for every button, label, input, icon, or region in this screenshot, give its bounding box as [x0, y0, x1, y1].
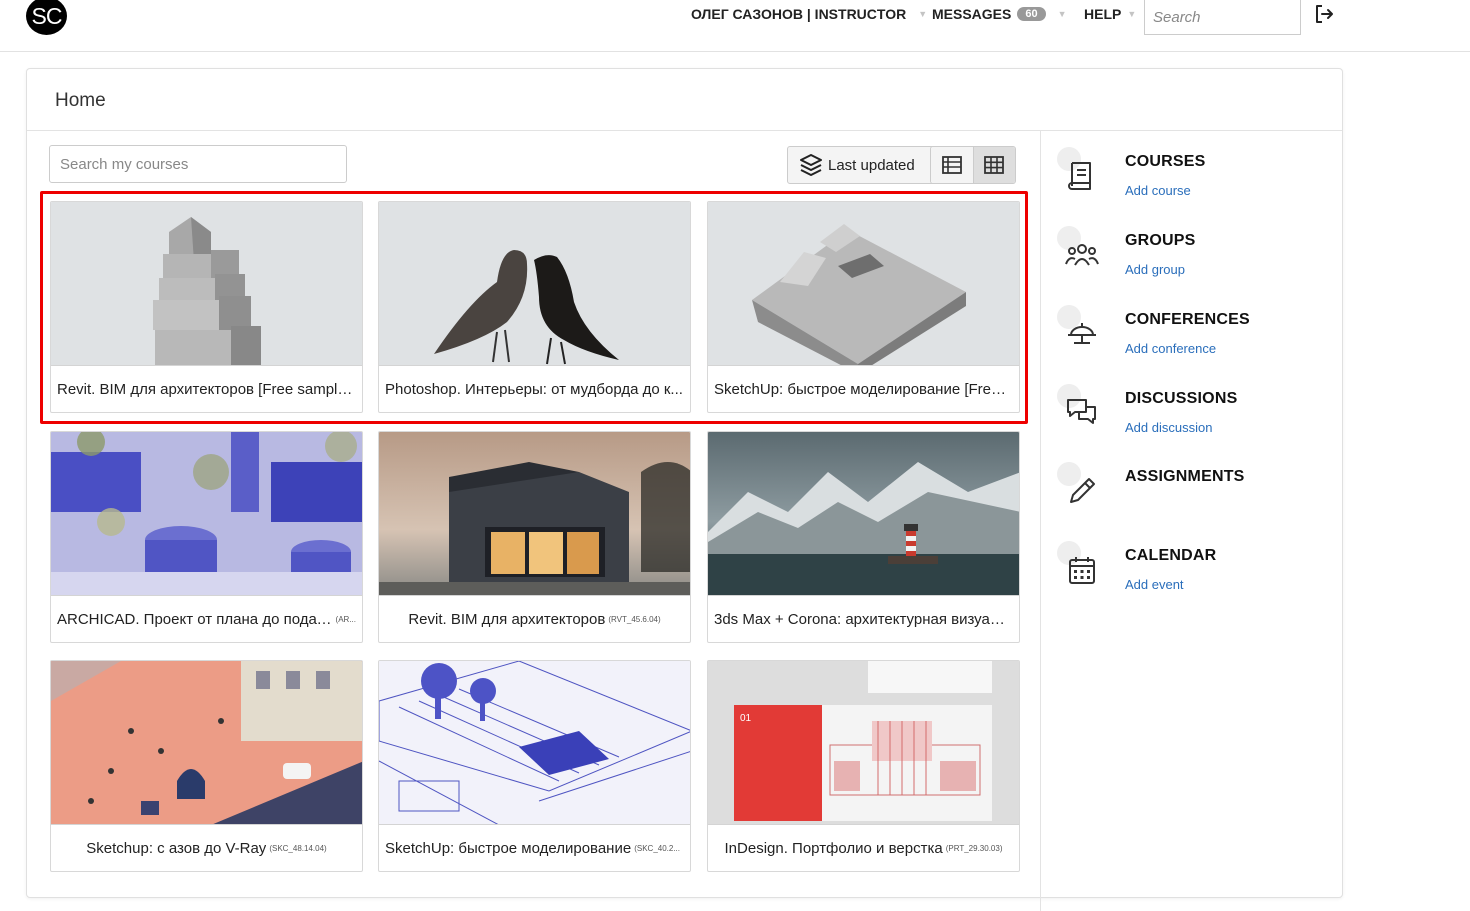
grid-view-button[interactable] [972, 147, 1015, 183]
chevron-down-icon: ▼ [1057, 9, 1067, 19]
course-title: Revit. BIM для архитекторов (RVT_45.6.04… [408, 611, 661, 628]
help-label: HELP [1084, 6, 1122, 22]
search-courses-input[interactable] [49, 145, 347, 183]
layers-icon [800, 154, 822, 176]
sidebar-label: CALENDAR [1125, 547, 1217, 564]
course-title: InDesign. Портфолио и верстка (PRT_29.30… [724, 840, 1003, 857]
grid-view-icon [984, 156, 1005, 174]
add-conference-link[interactable]: Add conference [1125, 341, 1216, 356]
course-thumbnail [51, 661, 362, 825]
add-course-link[interactable]: Add course [1125, 183, 1191, 198]
svg-text:01: 01 [740, 713, 752, 724]
course-thumbnail [708, 202, 1019, 366]
sidebar-item-discussions: DISCUSSIONS Add discussion [1057, 384, 1317, 454]
sidebar-label: ASSIGNMENTS [1125, 468, 1245, 485]
course-tile[interactable]: Sketchup: с азов до V-Ray (SKC_48.14.04) [50, 660, 363, 872]
course-tile[interactable]: Revit. BIM для архитекторов (RVT_45.6.04… [378, 431, 691, 643]
course-thumbnail [51, 202, 362, 366]
sidebar-label: COURSES [1125, 153, 1206, 170]
course-title: SketchUp: быстрое моделирование (SKC_40.… [385, 840, 681, 857]
list-view-icon [941, 156, 962, 174]
add-event-link[interactable]: Add event [1125, 577, 1184, 592]
sidebar-label: CONFERENCES [1125, 311, 1250, 328]
user-menu[interactable]: ОЛЕГ САЗОНОВ | INSTRUCTOR ▼ [691, 6, 927, 22]
course-thumbnail [379, 661, 690, 825]
page-title: Home [27, 69, 1342, 131]
messages-badge: 60 [1017, 7, 1046, 21]
course-tile[interactable]: SketchUp: быстрое моделирование (SKC_40.… [378, 660, 691, 872]
chat-bubbles-icon [1067, 399, 1096, 424]
people-icon [1065, 244, 1099, 266]
course-title: ARCHICAD. Проект от плана до подачи (AR.… [57, 611, 356, 628]
course-thumbnail [51, 432, 362, 596]
sidebar-item-courses: COURSES Add course [1057, 147, 1317, 217]
course-title: SketchUp: быстрое моделирование [Free ..… [714, 381, 1013, 398]
sidebar-item-groups: GROUPS Add group [1057, 226, 1317, 296]
add-discussion-link[interactable]: Add discussion [1125, 420, 1212, 435]
book-icon [1068, 162, 1091, 190]
course-tile[interactable]: 01 InDesign. Портфолио и верстка (PRT_29… [707, 660, 1020, 872]
top-bar: SC ОЛЕГ САЗОНОВ | INSTRUCTOR ▼ MESSAGES … [0, 0, 1470, 52]
course-tile[interactable]: ARCHICAD. Проект от плана до подачи (AR.… [50, 431, 363, 643]
sidebar-label: DISCUSSIONS [1125, 390, 1238, 407]
course-thumbnail: 01 [708, 661, 1019, 825]
column-divider [1040, 131, 1041, 911]
course-thumbnail [708, 432, 1019, 596]
sort-label: Last updated [828, 156, 915, 174]
global-search-input[interactable] [1144, 0, 1301, 35]
sort-button[interactable]: Last updated [787, 146, 951, 184]
user-name: ОЛЕГ САЗОНОВ | INSTRUCTOR [691, 6, 907, 22]
course-title: Revit. BIM для архитекторов [Free sample… [57, 381, 356, 398]
course-tile[interactable]: Photoshop. Интерьеры: от мудборда до к..… [378, 201, 691, 413]
home-card: Home Last updated [26, 68, 1343, 911]
sidebar-item-calendar: CALENDAR Add event [1057, 541, 1317, 611]
logout-icon[interactable] [1312, 2, 1336, 26]
view-toggle [930, 146, 1016, 184]
chevron-down-icon: ▼ [1127, 9, 1137, 19]
course-thumbnail [379, 202, 690, 366]
sidebar-label: GROUPS [1125, 232, 1196, 249]
course-title: Sketchup: с азов до V-Ray (SKC_48.14.04) [86, 840, 327, 857]
course-tile[interactable]: SketchUp: быстрое моделирование [Free ..… [707, 201, 1020, 413]
course-thumbnail [379, 432, 690, 596]
course-tile[interactable]: Revit. BIM для архитекторов [Free sample… [50, 201, 363, 413]
calendar-icon [1069, 557, 1095, 584]
logo[interactable]: SC [26, 0, 67, 35]
pencil-icon [1070, 478, 1095, 503]
add-group-link[interactable]: Add group [1125, 262, 1185, 277]
course-tile[interactable]: 3ds Max + Corona: архитектурная визуали.… [707, 431, 1020, 643]
course-title: 3ds Max + Corona: архитектурная визуали.… [714, 611, 1013, 628]
course-title: Photoshop. Интерьеры: от мудборда до к..… [385, 381, 683, 398]
sidebar-item-assignments: ASSIGNMENTS [1057, 462, 1317, 532]
messages-menu[interactable]: MESSAGES 60 ▼ [932, 6, 1067, 22]
chevron-down-icon: ▼ [918, 9, 928, 19]
sidebar-item-conferences: CONFERENCES Add conference [1057, 305, 1317, 375]
presentation-icon [1068, 323, 1096, 344]
list-view-button[interactable] [931, 147, 973, 183]
help-menu[interactable]: HELP ▼ [1084, 6, 1136, 22]
messages-label: MESSAGES [932, 6, 1012, 22]
